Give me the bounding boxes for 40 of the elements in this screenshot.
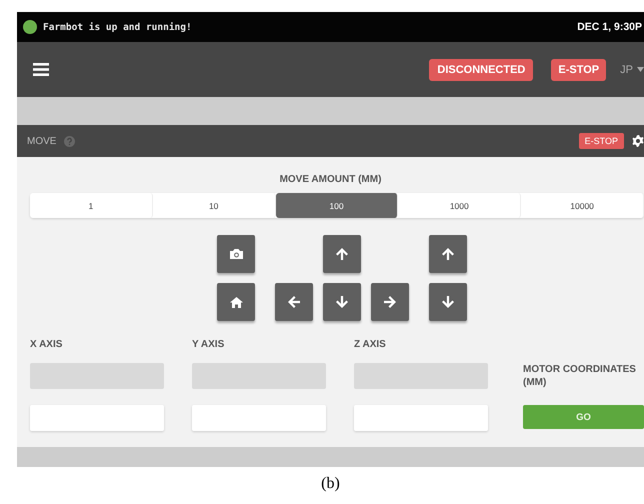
arrow-icon xyxy=(336,296,348,308)
arrow-icon xyxy=(442,296,454,308)
z-down-button[interactable] xyxy=(429,283,467,321)
amount-option[interactable]: 100 xyxy=(276,193,398,218)
e-stop-button[interactable]: E-STOP xyxy=(578,133,624,149)
panel-title: MOVE xyxy=(27,136,56,146)
amount-option[interactable]: 10 xyxy=(152,193,276,218)
axis-label: Z AXIS xyxy=(354,339,387,352)
z-up-button[interactable] xyxy=(429,235,467,273)
user-menu[interactable]: JP xyxy=(620,64,644,76)
e-stop-button[interactable]: E-STOP xyxy=(551,58,606,80)
settings-icon[interactable] xyxy=(632,134,644,148)
arrow-icon xyxy=(384,296,396,308)
x-right-button[interactable] xyxy=(371,283,409,321)
figure-caption: (b) xyxy=(320,475,341,493)
menu-icon[interactable] xyxy=(33,63,49,76)
input-field[interactable] xyxy=(30,405,164,431)
x-left-button[interactable] xyxy=(275,283,313,321)
axis-label: X AXIS xyxy=(30,339,64,352)
camera-button[interactable] xyxy=(217,235,255,273)
input-field[interactable] xyxy=(192,405,326,431)
caret-icon xyxy=(637,67,644,72)
motor-coordinates-label: MOTOR COORDINATES (MM) xyxy=(523,363,637,389)
y-up-button[interactable] xyxy=(323,235,361,273)
arrow-icon xyxy=(288,296,300,308)
y-down-button[interactable] xyxy=(323,283,361,321)
arrow-icon xyxy=(442,248,454,260)
amount-option[interactable]: 1000 xyxy=(398,193,522,218)
date-time: DEC 1, 9:30P xyxy=(577,21,642,33)
camera-icon xyxy=(228,248,244,260)
amount-option[interactable]: 1 xyxy=(30,193,153,218)
home-icon xyxy=(230,296,242,308)
connection-status-button[interactable]: DISCONNECTED xyxy=(429,58,534,80)
home-button[interactable] xyxy=(217,283,255,321)
amount-option[interactable]: 10000 xyxy=(521,193,644,218)
input-field[interactable] xyxy=(354,405,488,431)
axis-label: Y AXIS xyxy=(192,339,226,352)
status-message: Farmbot is up and running! xyxy=(43,22,192,32)
arrow-icon xyxy=(336,248,348,260)
section-label: MOVE AMOUNT (MM) xyxy=(278,174,382,185)
